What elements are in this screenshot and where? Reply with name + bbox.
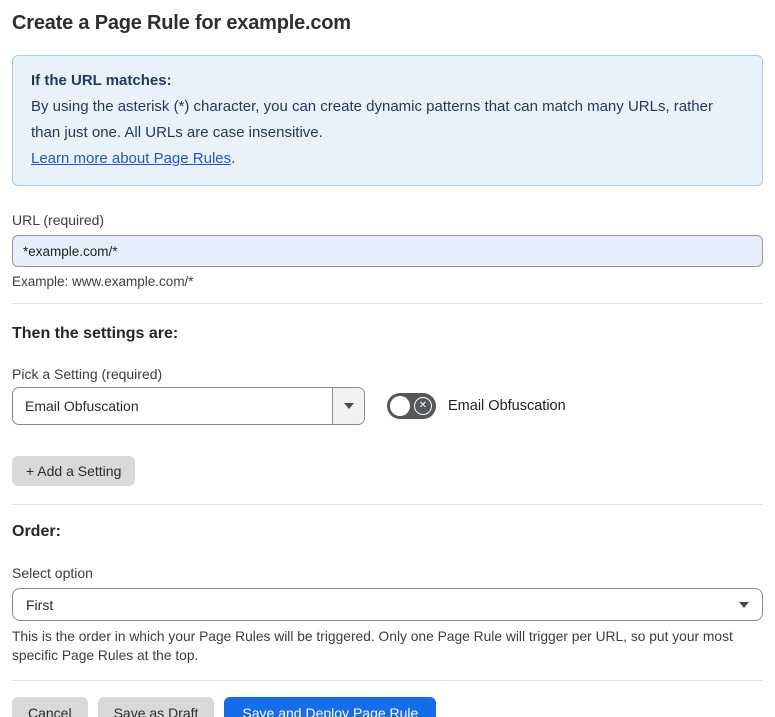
dropdown-arrow-icon [739, 601, 749, 608]
setting-row: Email Obfuscation ✕ Email Obfuscation [12, 387, 763, 425]
url-matches-callout: If the URL matches: By using the asteris… [12, 55, 763, 186]
url-example-helper: Example: www.example.com/* [12, 274, 194, 289]
save-and-deploy-button[interactable]: Save and Deploy Page Rule [224, 697, 437, 717]
save-as-draft-button[interactable]: Save as Draft [97, 697, 215, 717]
url-field-label: URL (required) [12, 212, 105, 228]
page-rule-form: Create a Page Rule for example.com If th… [0, 12, 775, 717]
toggle-off-x-icon: ✕ [414, 397, 432, 415]
order-select-label: Select option [12, 565, 93, 581]
settings-section-heading: Then the settings are: [12, 325, 179, 342]
callout-body: By using the asterisk (*) character, you… [31, 98, 713, 141]
setting-select-value: Email Obfuscation [25, 398, 139, 414]
divider [12, 504, 763, 505]
toggle-label: Email Obfuscation [448, 398, 566, 414]
email-obfuscation-toggle[interactable]: ✕ [387, 393, 436, 419]
setting-select[interactable]: Email Obfuscation [12, 387, 365, 425]
divider [12, 303, 763, 304]
learn-more-link[interactable]: Learn more about Page Rules [31, 150, 231, 167]
url-input[interactable] [12, 235, 763, 267]
footer-actions: Cancel Save as Draft Save and Deploy Pag… [12, 697, 763, 717]
order-section-heading: Order: [12, 523, 61, 540]
page-title: Create a Page Rule for example.com [12, 12, 351, 34]
callout-heading: If the URL matches: [31, 72, 172, 89]
order-select-value: First [26, 596, 54, 613]
order-helper-text: This is the order in which your Page Rul… [12, 629, 733, 663]
divider [12, 680, 763, 681]
link-suffix: . [231, 150, 236, 167]
callout-link-line: Learn more about Page Rules. [31, 146, 744, 172]
toggle-knob [390, 396, 410, 416]
cancel-button[interactable]: Cancel [12, 697, 88, 717]
setting-select-arrow-button[interactable] [332, 388, 364, 424]
pick-setting-label: Pick a Setting (required) [12, 366, 163, 382]
add-setting-button[interactable]: + Add a Setting [12, 456, 136, 486]
order-select[interactable]: First [12, 588, 763, 621]
dropdown-arrow-icon [343, 403, 354, 409]
